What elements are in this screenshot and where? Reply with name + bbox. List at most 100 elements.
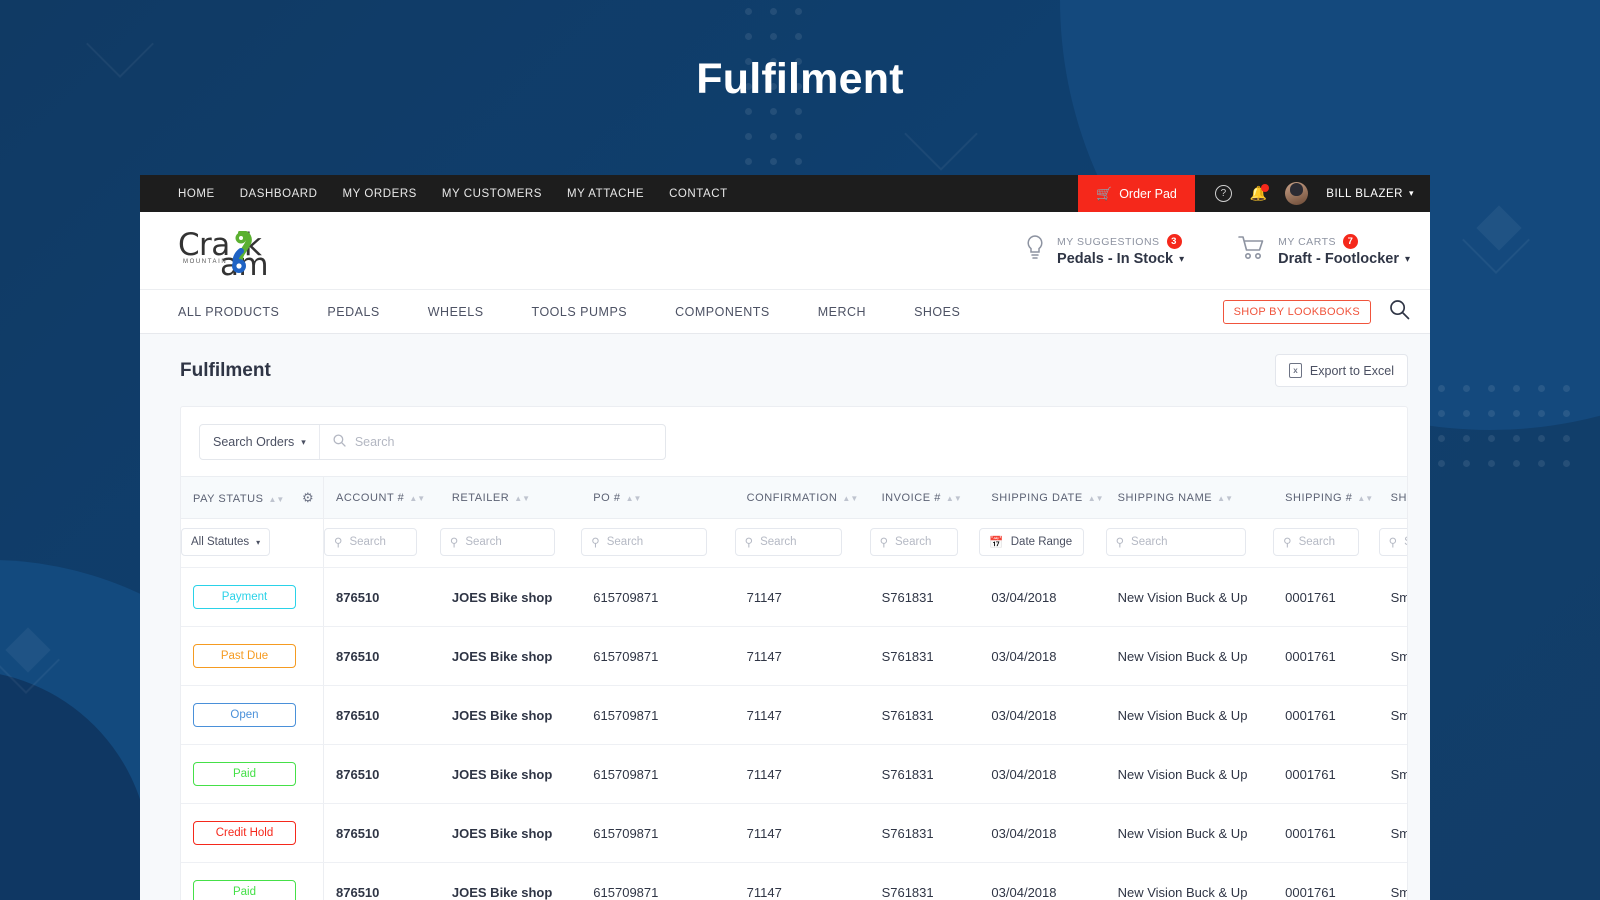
table-row[interactable]: Past Due876510JOES Bike shop615709871711… bbox=[181, 627, 1407, 686]
my-suggestions-value: Pedals - In Stock bbox=[1057, 251, 1173, 267]
orders-table-wrapper: PAY STATUS▲▼ ⚙ ACCOUNT #▲▼ RETAILER ▲▼ PO… bbox=[181, 476, 1407, 900]
catnav-item-wheels[interactable]: WHEELS bbox=[428, 305, 484, 319]
search-icon[interactable] bbox=[1389, 299, 1410, 325]
th-account[interactable]: ACCOUNT #▲▼ bbox=[324, 477, 440, 519]
user-avatar[interactable] bbox=[1285, 182, 1308, 205]
cell-account: 876510 bbox=[324, 686, 440, 745]
order-pad-button[interactable]: 🛒 Order Pad bbox=[1078, 175, 1195, 212]
cell-shipping-name: New Vision Buck & Up bbox=[1106, 745, 1274, 804]
sort-icon[interactable]: ▲▼ bbox=[946, 494, 962, 503]
th-shipping-number[interactable]: SHIPPING #▲▼ bbox=[1273, 477, 1379, 519]
cell-retailer: JOES Bike shop bbox=[440, 568, 581, 627]
status-badge[interactable]: Payment bbox=[193, 585, 296, 609]
th-confirmation[interactable]: CONFIRMATION▲▼ bbox=[735, 477, 870, 519]
logo[interactable]: Cra k am MOUNTAIN bbox=[178, 225, 303, 277]
retailer-filter-input[interactable]: ⚲Search bbox=[440, 528, 555, 556]
cell-confirmation: 71147 bbox=[735, 804, 870, 863]
status-badge[interactable]: Past Due bbox=[193, 644, 296, 668]
cell-shipping-name: New Vision Buck & Up bbox=[1106, 804, 1274, 863]
th-pay-status[interactable]: PAY STATUS▲▼ ⚙ bbox=[181, 477, 324, 519]
table-row[interactable]: Open876510JOES Bike shop61570987171147S7… bbox=[181, 686, 1407, 745]
calendar-icon: 📅 bbox=[989, 535, 1003, 549]
sort-icon[interactable]: ▲▼ bbox=[1088, 494, 1104, 503]
th-label: SHIPPING METHOD bbox=[1391, 492, 1407, 504]
topnav-item-contact[interactable]: CONTACT bbox=[669, 188, 728, 200]
filter-placeholder: Search bbox=[465, 536, 501, 548]
shop-by-lookbooks-button[interactable]: SHOP BY LOOKBOOKS bbox=[1223, 300, 1371, 324]
orders-panel: Search Orders ▾ Search bbox=[180, 406, 1408, 900]
sort-icon[interactable]: ▲▼ bbox=[514, 494, 530, 503]
catnav-item-all-products[interactable]: ALL PRODUCTS bbox=[178, 305, 279, 319]
pay-status-filter-select[interactable]: All Statutes ▾ bbox=[181, 528, 270, 556]
catnav-item-shoes[interactable]: SHOES bbox=[914, 305, 960, 319]
export-to-excel-button[interactable]: x Export to Excel bbox=[1275, 354, 1408, 387]
search-scope-select[interactable]: Search Orders ▾ bbox=[200, 425, 320, 459]
shipping-date-filter[interactable]: 📅Date Range bbox=[979, 528, 1084, 556]
cell-invoice: S761831 bbox=[870, 804, 980, 863]
status-badge[interactable]: Paid bbox=[193, 880, 296, 900]
filter-cell-pay-status: All Statutes ▾ bbox=[181, 519, 324, 568]
sort-icon[interactable]: ▲▼ bbox=[1357, 494, 1373, 503]
content-area: Fulfilment x Export to Excel Search Orde… bbox=[140, 334, 1430, 900]
table-row[interactable]: Payment876510JOES Bike shop6157098717114… bbox=[181, 568, 1407, 627]
user-menu[interactable]: BILL BLAZER ▾ bbox=[1326, 188, 1414, 200]
sort-icon[interactable]: ▲▼ bbox=[842, 494, 858, 503]
th-label: PO # bbox=[593, 492, 620, 504]
th-shipping-name[interactable]: SHIPPING NAME▲▼ bbox=[1106, 477, 1274, 519]
cell-shipping-number: 0001761 bbox=[1273, 745, 1379, 804]
cell-invoice: S761831 bbox=[870, 568, 980, 627]
table-row[interactable]: Paid876510JOES Bike shop61570987171147S7… bbox=[181, 745, 1407, 804]
invoice-filter-input[interactable]: ⚲Search bbox=[870, 528, 958, 556]
sort-icon[interactable]: ▲▼ bbox=[269, 495, 285, 504]
topnav-item-my-orders[interactable]: MY ORDERS bbox=[343, 188, 417, 200]
status-badge[interactable]: Credit Hold bbox=[193, 821, 296, 845]
catnav-item-tools-pumps[interactable]: TOOLS PUMPS bbox=[532, 305, 628, 319]
catnav-item-pedals[interactable]: PEDALS bbox=[327, 305, 379, 319]
status-badge[interactable]: Paid bbox=[193, 762, 296, 786]
search-input[interactable]: Search bbox=[320, 434, 665, 450]
sort-icon[interactable]: ▲▼ bbox=[1217, 494, 1233, 503]
th-po[interactable]: PO # ▲▼ bbox=[581, 477, 734, 519]
po-filter-input[interactable]: ⚲Search bbox=[581, 528, 707, 556]
filter-cell-shipping-method: ⚲Search bbox=[1379, 519, 1407, 568]
confirmation-filter-input[interactable]: ⚲Search bbox=[735, 528, 842, 556]
search-icon: ⚲ bbox=[1389, 535, 1397, 549]
content-title: Fulfilment bbox=[180, 360, 271, 382]
shipping-name-filter-input[interactable]: ⚲Search bbox=[1106, 528, 1246, 556]
category-navigation: ALL PRODUCTS PEDALS WHEELS TOOLS PUMPS C… bbox=[140, 289, 1430, 334]
th-invoice[interactable]: INVOICE # ▲▼ bbox=[870, 477, 980, 519]
table-row[interactable]: Credit Hold876510JOES Bike shop615709871… bbox=[181, 804, 1407, 863]
th-retailer[interactable]: RETAILER ▲▼ bbox=[440, 477, 581, 519]
sort-icon[interactable]: ▲▼ bbox=[409, 494, 425, 503]
help-icon[interactable]: ? bbox=[1215, 185, 1232, 202]
cell-shipping-date: 03/04/2018 bbox=[979, 863, 1105, 900]
shipping-method-filter-input[interactable]: ⚲Search bbox=[1379, 528, 1407, 556]
account-filter-input[interactable]: ⚲Search bbox=[324, 528, 417, 556]
my-suggestions-widget[interactable]: MY SUGGESTIONS 3 Pedals - In Stock ▾ bbox=[1025, 234, 1184, 267]
catnav-item-components[interactable]: COMPONENTS bbox=[675, 305, 770, 319]
search-scope-label: Search Orders bbox=[213, 435, 294, 449]
topnav-item-my-attache[interactable]: MY ATTACHE bbox=[567, 188, 644, 200]
th-shipping-date[interactable]: SHIPPING DATE▲▼ bbox=[979, 477, 1105, 519]
cell-account: 876510 bbox=[324, 863, 440, 900]
th-label: RETAILER bbox=[452, 492, 509, 504]
th-shipping-method[interactable]: SHIPPING METHOD bbox=[1379, 477, 1407, 519]
logo-subtitle: MOUNTAIN bbox=[183, 259, 227, 265]
th-label: INVOICE # bbox=[882, 492, 941, 504]
topnav-item-dashboard[interactable]: DASHBOARD bbox=[240, 188, 318, 200]
sort-icon[interactable]: ▲▼ bbox=[626, 494, 642, 503]
shipping-number-filter-input[interactable]: ⚲Search bbox=[1273, 528, 1359, 556]
cell-confirmation: 71147 bbox=[735, 686, 870, 745]
filter-cell-retailer: ⚲Search bbox=[440, 519, 581, 568]
gear-icon[interactable]: ⚙ bbox=[302, 490, 314, 505]
status-badge[interactable]: Open bbox=[193, 703, 296, 727]
table-row[interactable]: Paid876510JOES Bike shop61570987171147S7… bbox=[181, 863, 1407, 900]
cell-account: 876510 bbox=[324, 745, 440, 804]
table-body: Payment876510JOES Bike shop6157098717114… bbox=[181, 568, 1407, 900]
catnav-item-merch[interactable]: MERCH bbox=[818, 305, 866, 319]
my-carts-widget[interactable]: MY CARTS 7 Draft - Footlocker ▾ bbox=[1238, 234, 1410, 267]
topnav-item-my-customers[interactable]: MY CUSTOMERS bbox=[442, 188, 542, 200]
my-suggestions-value-row: Pedals - In Stock ▾ bbox=[1057, 251, 1184, 267]
topnav-item-home[interactable]: HOME bbox=[178, 188, 215, 200]
bell-icon[interactable]: 🔔 bbox=[1250, 185, 1267, 202]
